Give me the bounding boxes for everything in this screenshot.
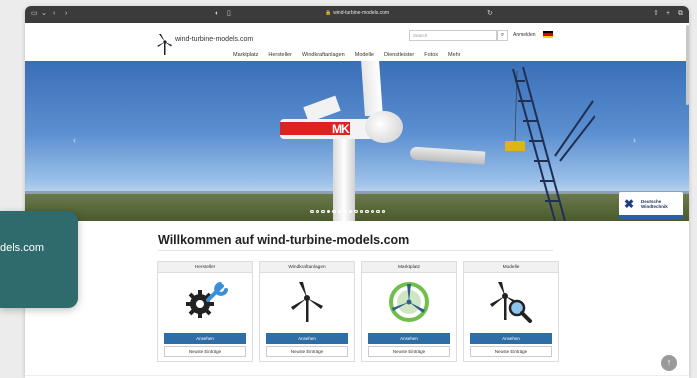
- slider-dot[interactable]: [376, 209, 380, 213]
- nav-item-marktplatz[interactable]: Marktplatz: [233, 52, 258, 58]
- newest-entries-button[interactable]: Neuste Einträge: [470, 346, 552, 357]
- arrow-up-icon: ↑: [666, 357, 672, 367]
- slider-dot[interactable]: [354, 209, 358, 213]
- slider-next-icon[interactable]: ›: [633, 135, 636, 145]
- turbine-tower: [333, 131, 355, 221]
- slider-dot[interactable]: [370, 209, 374, 213]
- ansehen-button[interactable]: Ansehen: [266, 333, 348, 344]
- footer-divider: [25, 375, 689, 376]
- sponsor-x-icon: ✖: [624, 197, 635, 211]
- newest-entries-button[interactable]: Neuste Einträge: [266, 346, 348, 357]
- ansehen-button[interactable]: Ansehen: [368, 333, 450, 344]
- marketplace-turbine-icon: [362, 279, 456, 325]
- slider-dot[interactable]: [381, 209, 385, 213]
- slider-dot[interactable]: [310, 209, 314, 213]
- crane: [505, 66, 595, 221]
- tabs-overview-icon[interactable]: ⧉: [678, 9, 683, 19]
- nav-item-windkraftanlagen[interactable]: Windkraftanlagen: [302, 52, 345, 58]
- browser-toolbar: ▭ ⌄ ‹ › ◐ ▯ 🔒 wind-turbine-models.com ↻ ⇧…: [25, 6, 689, 23]
- card-windkraftanlagen: Windkraftanlagen Ansehen Neuste Einträge: [259, 261, 355, 362]
- slider-dot[interactable]: [359, 209, 363, 213]
- sponsor-bar: [619, 215, 683, 219]
- slider-dot[interactable]: [326, 209, 330, 213]
- search-icon: ⌕: [500, 32, 505, 38]
- scroll-to-top-button[interactable]: ↑: [661, 355, 677, 371]
- hero-slider[interactable]: MK ‹ › ✖ Deutsche Windtechnik: [25, 61, 689, 221]
- scrollbar[interactable]: [686, 25, 689, 105]
- reload-icon[interactable]: ↻: [487, 9, 493, 19]
- turbine-search-icon: [464, 279, 558, 325]
- turbine-blade: [361, 61, 383, 116]
- lock-icon: 🔒: [324, 10, 332, 16]
- category-cards: Hersteller Ansehen Neuste Einträge Windk…: [157, 261, 559, 362]
- slider-dots: [310, 209, 385, 213]
- nav-item-modelle[interactable]: Modelle: [355, 52, 374, 58]
- ansehen-button[interactable]: Ansehen: [470, 333, 552, 344]
- turbine-brand: MK: [332, 122, 350, 136]
- site-header: wind-turbine-models.com Search ⌕ Anmelde…: [25, 23, 689, 63]
- card-modelle: Modelle Ansehen Neuste Einträge: [463, 261, 559, 362]
- title-divider: [158, 250, 553, 251]
- address-bar[interactable]: 🔒 wind-turbine-models.com: [25, 10, 689, 16]
- turbine-logo-icon: [157, 34, 172, 55]
- german-flag-icon[interactable]: [543, 31, 553, 38]
- slider-dot[interactable]: [365, 209, 369, 213]
- slider-dot[interactable]: [337, 209, 341, 213]
- lifted-rotor-blade: [409, 146, 486, 165]
- page-title: Willkommen auf wind-turbine-models.com: [158, 233, 410, 247]
- newest-entries-button[interactable]: Neuste Einträge: [368, 346, 450, 357]
- search-button[interactable]: ⌕: [497, 30, 508, 41]
- card-hersteller: Hersteller Ansehen Neuste Einträge: [157, 261, 253, 362]
- gear-wrench-icon: [158, 279, 252, 325]
- slider-dot[interactable]: [348, 209, 352, 213]
- card-title: Marktplatz: [362, 262, 456, 273]
- login-link[interactable]: Anmelden: [513, 32, 536, 38]
- sponsor-line-2: Windtechnik: [641, 204, 668, 209]
- nav-item-mehr[interactable]: Mehr: [448, 52, 461, 58]
- overlay-text: dels.com: [0, 242, 45, 254]
- search-input[interactable]: Search: [409, 30, 497, 41]
- card-title: Modelle: [464, 262, 558, 273]
- slider-dot[interactable]: [315, 209, 319, 213]
- newest-entries-button[interactable]: Neuste Einträge: [164, 346, 246, 357]
- new-tab-icon[interactable]: +: [666, 9, 670, 19]
- slider-prev-icon[interactable]: ‹: [73, 135, 76, 145]
- card-title: Hersteller: [158, 262, 252, 273]
- logo-text: wind-turbine-models.com: [175, 35, 254, 43]
- share-icon[interactable]: ⇧: [653, 9, 659, 19]
- browser-window: ▭ ⌄ ‹ › ◐ ▯ 🔒 wind-turbine-models.com ↻ ⇧…: [25, 6, 689, 378]
- main-nav: Marktplatz Hersteller Windkraftanlagen M…: [233, 52, 461, 58]
- wind-turbine-icon: [260, 279, 354, 325]
- nav-item-fotos[interactable]: Fotos: [424, 52, 438, 58]
- sponsor-text: Deutsche Windtechnik: [641, 199, 668, 209]
- slider-dot[interactable]: [321, 209, 325, 213]
- slider-dot[interactable]: [343, 209, 347, 213]
- slider-dot[interactable]: [332, 209, 336, 213]
- card-marktplatz: Marktplatz Ansehen Neuste Einträge: [361, 261, 457, 362]
- address-text: wind-turbine-models.com: [333, 10, 390, 16]
- overlay-card: dels.com: [0, 211, 78, 308]
- turbine-hub: [365, 111, 403, 143]
- nav-item-hersteller[interactable]: Hersteller: [268, 52, 292, 58]
- ansehen-button[interactable]: Ansehen: [164, 333, 246, 344]
- card-title: Windkraftanlagen: [260, 262, 354, 273]
- nav-item-dienstleister[interactable]: Dienstleister: [384, 52, 414, 58]
- sponsor-logo[interactable]: ✖ Deutsche Windtechnik: [619, 192, 683, 219]
